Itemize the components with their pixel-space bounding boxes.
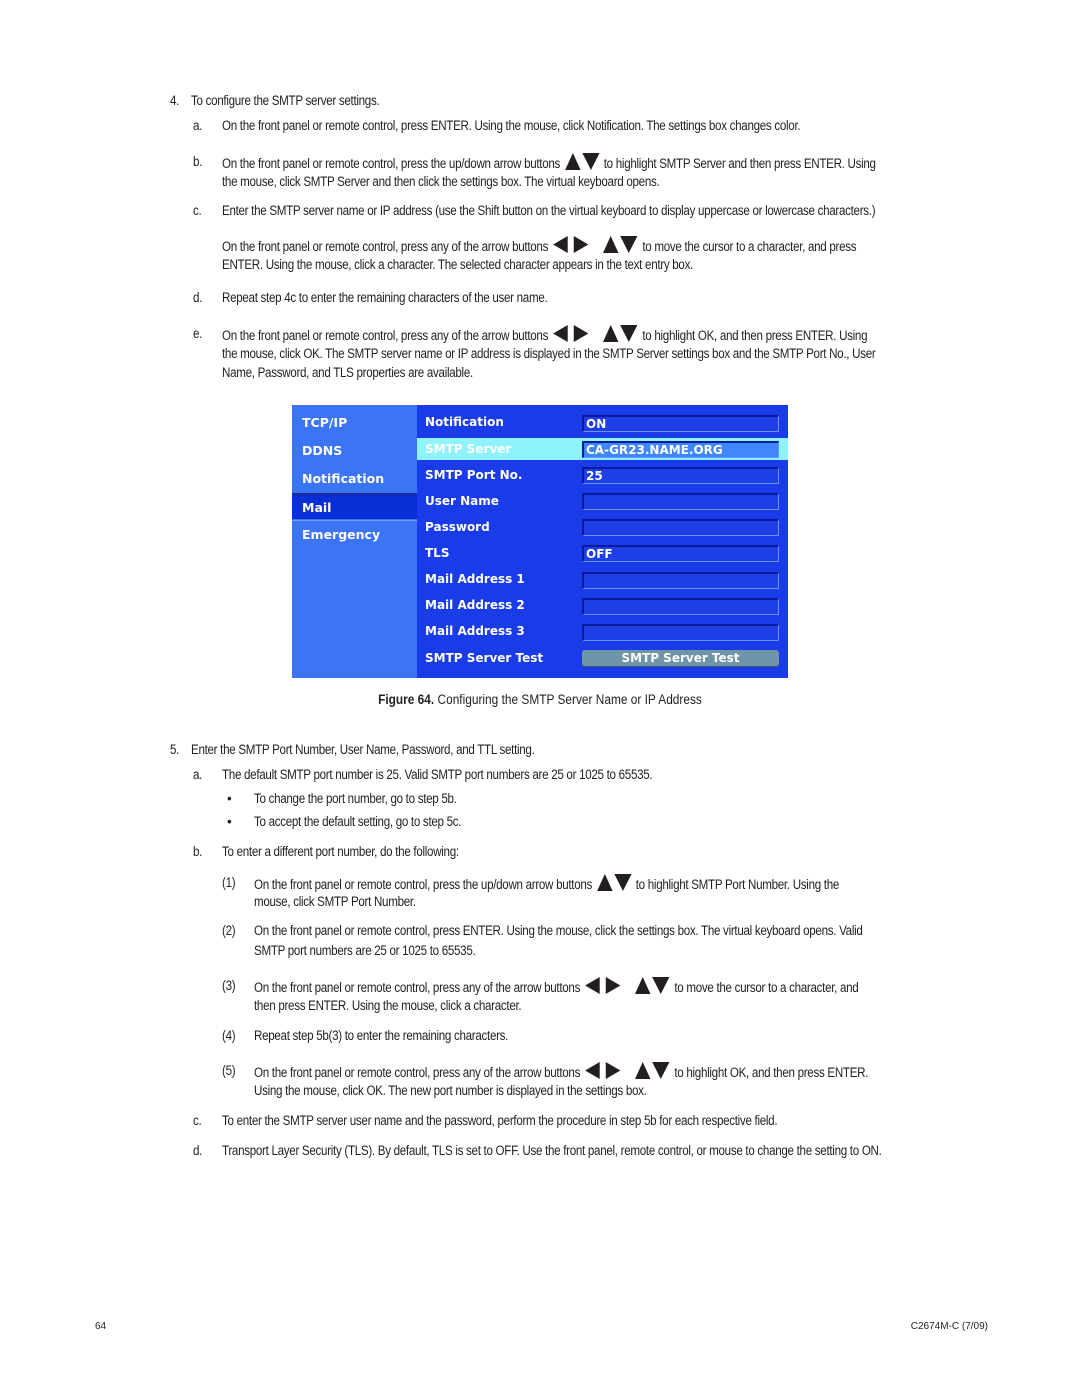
sidebar-item-emergency[interactable]: Emergency [292, 522, 417, 548]
step-4e-line3: Name, Password, and TLS properties are a… [222, 365, 473, 380]
step-4c-text-after: to move the cursor to a character, and p… [642, 239, 857, 254]
step-5a-label: a. [193, 767, 203, 782]
tls-field[interactable]: OFF [582, 545, 779, 562]
up-down-arrows-icon [602, 235, 638, 254]
sidebar-item-ddns[interactable]: DDNS [292, 438, 417, 464]
sidebar-item-mail[interactable]: Mail [292, 493, 417, 519]
step-4e-line2: the mouse, click OK. The SMTP server nam… [222, 346, 876, 361]
up-down-arrows-icon [634, 1061, 670, 1080]
substep-5-label: (5) [222, 1063, 236, 1078]
document-id: C2674M-C (7/09) [910, 1321, 988, 1332]
step-4c-text: Enter the SMTP server name or IP address… [222, 203, 876, 218]
smtp-server-field[interactable]: CA-GR23.NAME.ORG [582, 441, 779, 458]
step-4e-label: e. [193, 326, 203, 341]
substep-3-text-before: On the front panel or remote control, pr… [254, 980, 581, 995]
sidebar-item-tcpip[interactable]: TCP/IP [292, 410, 417, 436]
substep-4-text: Repeat step 5b(3) to enter the remaining… [254, 1028, 509, 1043]
substep-1-text-before: On the front panel or remote control, pr… [254, 877, 593, 892]
step-5d-label: d. [193, 1143, 203, 1158]
step-4c-para2-line1: On the front panel or remote control, pr… [222, 235, 857, 257]
substep-3-text-after: to move the cursor to a character, and [674, 980, 859, 995]
step-4b-label: b. [193, 154, 203, 169]
smtp-server-test-button[interactable]: SMTP Server Test [582, 650, 779, 667]
label-password[interactable]: Password [425, 516, 490, 538]
step-5-number: 5. [170, 742, 180, 757]
step-5c-label: c. [193, 1113, 202, 1128]
step-4b-line1: On the front panel or remote control, pr… [222, 152, 876, 174]
substep-3-line1: On the front panel or remote control, pr… [254, 976, 859, 998]
sidebar-divider [292, 520, 417, 521]
substep-1-line2: mouse, click SMTP Port Number. [254, 894, 416, 909]
page-number: 64 [95, 1321, 107, 1332]
password-field[interactable] [582, 519, 779, 536]
substep-3-label: (3) [222, 978, 236, 993]
up-down-arrows-icon [634, 976, 670, 995]
substep-1-text-after: to highlight SMTP Port Number. Using the [635, 877, 840, 892]
step-4c-text-before: On the front panel or remote control, pr… [222, 239, 549, 254]
label-smtp-server-test: SMTP Server Test [425, 651, 544, 665]
substep-4-label: (4) [222, 1028, 236, 1043]
step-4-number: 4. [170, 93, 180, 108]
step-4c-label: c. [193, 203, 202, 218]
label-user-name[interactable]: User Name [425, 490, 499, 512]
sidebar-item-notification[interactable]: Notification [292, 466, 417, 492]
step-4a-text: On the front panel or remote control, pr… [222, 118, 801, 133]
step-5a-text: The default SMTP port number is 25. Vali… [222, 767, 653, 782]
step-4d-label: d. [193, 290, 203, 305]
step-5c-text: To enter the SMTP server user name and t… [222, 1113, 778, 1128]
step-4c-para2-line2: ENTER. Using the mouse, click a characte… [222, 257, 694, 272]
substep-5-text-before: On the front panel or remote control, pr… [254, 1065, 581, 1080]
label-mail-address-2[interactable]: Mail Address 2 [425, 594, 525, 616]
substep-2-line1: On the front panel or remote control, pr… [254, 923, 863, 938]
up-down-arrows-icon [596, 873, 632, 892]
figure-caption: Figure 64. Configuring the SMTP Server N… [0, 692, 1080, 707]
step-4a-label: a. [193, 118, 203, 133]
step-4b-text-after: to highlight SMTP Server and then press … [603, 156, 876, 171]
step-5d-text: Transport Layer Security (TLS). By defau… [222, 1143, 882, 1158]
figure-caption-label: Figure 64. [378, 692, 435, 707]
substep-5-text-after: to highlight OK, and then press ENTER. [674, 1065, 869, 1080]
left-right-arrows-icon [584, 1061, 622, 1080]
step-5a-bullet-2: To accept the default setting, go to ste… [254, 814, 462, 829]
step-5a-bullet-1: To change the port number, go to step 5b… [254, 791, 457, 806]
label-mail-address-3[interactable]: Mail Address 3 [425, 620, 525, 642]
mail-address-2-field[interactable] [582, 598, 779, 615]
bullet-icon: • [227, 791, 232, 806]
step-4-text: To configure the SMTP server settings. [191, 93, 380, 108]
step-4b-text-before: On the front panel or remote control, pr… [222, 156, 561, 171]
step-5b-text: To enter a different port number, do the… [222, 844, 459, 859]
user-name-field[interactable] [582, 493, 779, 510]
label-mail-address-1[interactable]: Mail Address 1 [425, 568, 525, 590]
step-4e-text-after: to highlight OK, and then press ENTER. U… [642, 328, 868, 343]
mail-settings-panel: TCP/IP DDNS Notification Mail Emergency … [292, 405, 788, 678]
step-5b-label: b. [193, 844, 203, 859]
step-4b-line2: the mouse, click SMTP Server and then cl… [222, 174, 660, 189]
up-down-arrows-icon [602, 324, 638, 343]
label-tls[interactable]: TLS [425, 542, 449, 564]
smtp-port-field[interactable]: 25 [582, 467, 779, 484]
mail-address-3-field[interactable] [582, 624, 779, 641]
bullet-icon: • [227, 814, 232, 829]
step-4d-text: Repeat step 4c to enter the remaining ch… [222, 290, 548, 305]
up-down-arrows-icon [564, 152, 600, 171]
substep-5-line1: On the front panel or remote control, pr… [254, 1061, 868, 1083]
substep-2-label: (2) [222, 923, 236, 938]
label-smtp-server[interactable]: SMTP Server [425, 438, 511, 460]
substep-1-label: (1) [222, 875, 236, 890]
substep-2-line2: SMTP port numbers are 25 or 1025 to 6553… [254, 943, 476, 958]
mail-address-1-field[interactable] [582, 572, 779, 589]
settings-sidebar: TCP/IP DDNS Notification Mail Emergency [292, 405, 417, 678]
step-4e-line1: On the front panel or remote control, pr… [222, 324, 868, 346]
label-smtp-port[interactable]: SMTP Port No. [425, 464, 522, 486]
left-right-arrows-icon [584, 976, 622, 995]
notification-field[interactable]: ON [582, 415, 779, 432]
left-right-arrows-icon [552, 235, 590, 254]
substep-3-line2: then press ENTER. Using the mouse, click… [254, 998, 522, 1013]
left-right-arrows-icon [552, 324, 590, 343]
label-notification[interactable]: Notification [425, 411, 504, 433]
step-4e-text-before: On the front panel or remote control, pr… [222, 328, 549, 343]
substep-5-line2: Using the mouse, click OK. The new port … [254, 1083, 647, 1098]
figure-caption-text: Configuring the SMTP Server Name or IP A… [437, 692, 702, 707]
step-5-text: Enter the SMTP Port Number, User Name, P… [191, 742, 535, 757]
